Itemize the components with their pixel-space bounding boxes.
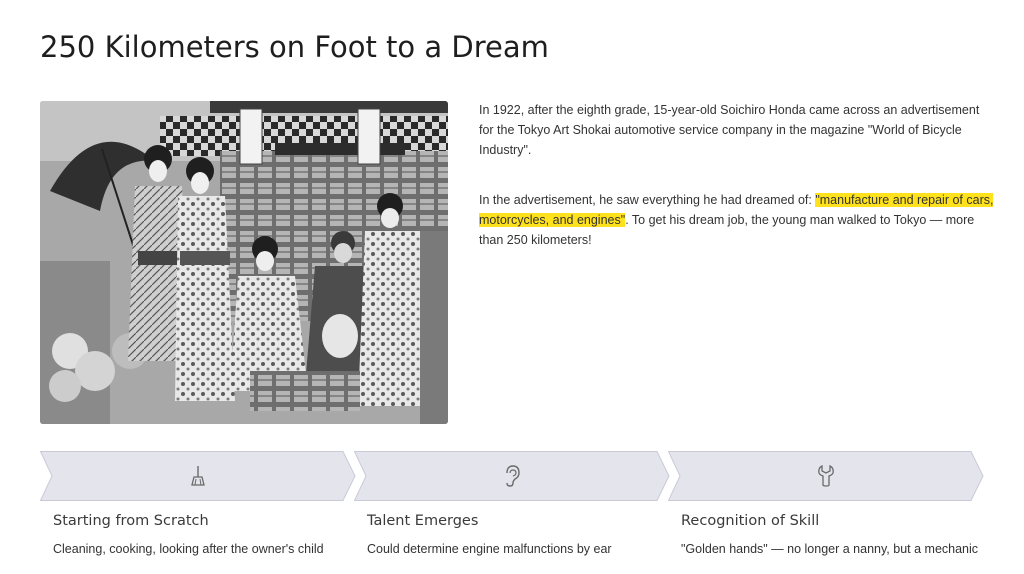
- paragraph-advertisement: In the advertisement, he saw everything …: [479, 190, 994, 250]
- step-2-title: Talent Emerges: [367, 513, 479, 529]
- paragraph-intro: In 1922, after the eighth grade, 15-year…: [479, 103, 980, 157]
- historical-photo: [40, 101, 448, 424]
- process-steps: [40, 451, 984, 501]
- paragraph-advertisement-lead: In the advertisement, he saw everything …: [479, 193, 816, 207]
- step-2-description: Could determine engine malfunctions by e…: [367, 542, 612, 556]
- step-1-description: Cleaning, cooking, looking after the own…: [53, 542, 324, 556]
- step-3-description: "Golden hands" — no longer a nanny, but …: [681, 542, 979, 556]
- step-2: [354, 451, 670, 501]
- step-1: [40, 451, 356, 501]
- ear-icon: [505, 465, 520, 487]
- broom-icon: [190, 466, 205, 486]
- step-3-title: Recognition of Skill: [681, 513, 820, 529]
- wrench-icon: [817, 465, 834, 487]
- step-3: [668, 451, 984, 501]
- slide-title: 250 Kilometers on Foot to a Dream: [40, 30, 549, 64]
- step-1-title: Starting from Scratch: [53, 513, 209, 529]
- body-text: In 1922, after the eighth grade, 15-year…: [479, 100, 994, 250]
